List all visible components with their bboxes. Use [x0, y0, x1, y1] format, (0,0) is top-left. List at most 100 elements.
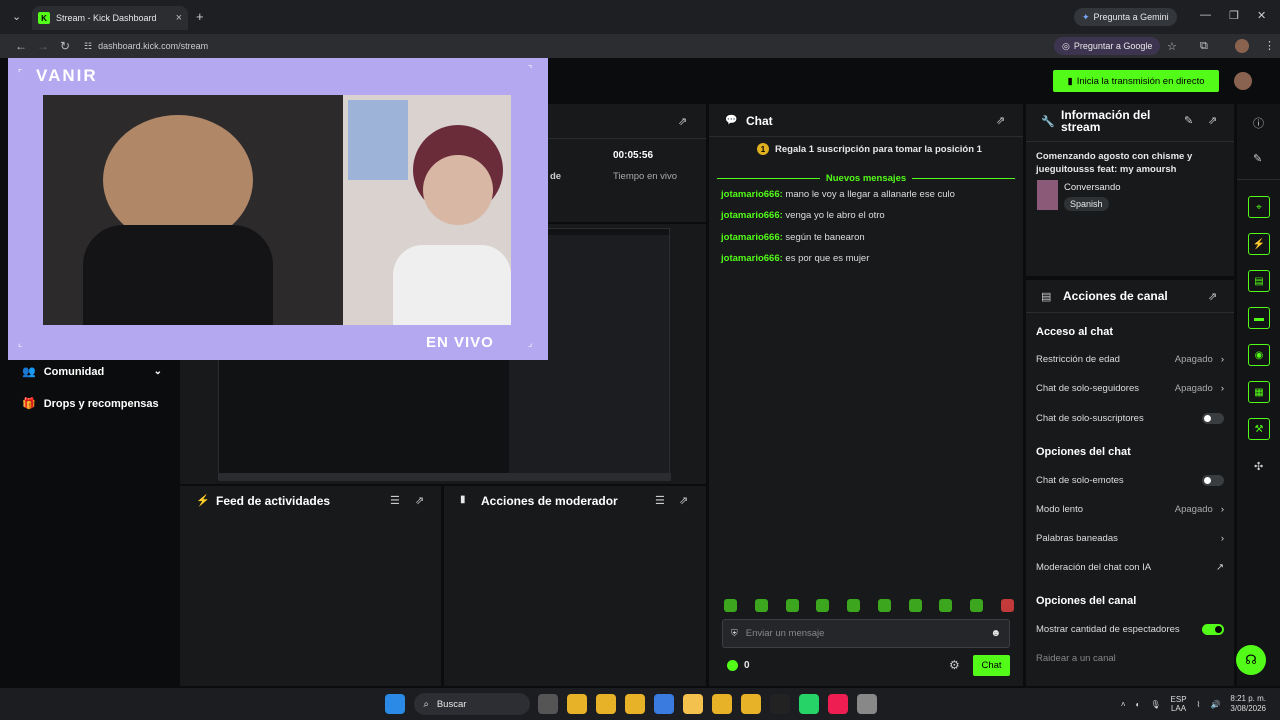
- category-name[interactable]: Conversando: [1064, 182, 1121, 193]
- rail-stats-icon[interactable]: ⌖: [1248, 196, 1270, 218]
- popout-icon[interactable]: ⇗: [996, 114, 1005, 127]
- rail-more-icon[interactable]: ✣: [1254, 460, 1263, 473]
- chrome-icon[interactable]: [741, 694, 761, 714]
- network-icon[interactable]: ◐: [1136, 700, 1141, 709]
- emote-icon[interactable]: [754, 599, 768, 612]
- browser-menu-icon[interactable]: ⋮: [1264, 39, 1275, 52]
- rail-chat-icon[interactable]: ▬: [1248, 307, 1270, 329]
- rail-channel-icon[interactable]: ▦: [1248, 381, 1270, 403]
- emotes-only-toggle[interactable]: [1202, 475, 1224, 486]
- rail-wrench-icon[interactable]: ⚒: [1248, 418, 1270, 440]
- chrome-icon[interactable]: [567, 694, 587, 714]
- send-chat-button[interactable]: Chat: [973, 655, 1010, 676]
- audio-app-icon[interactable]: [770, 694, 790, 714]
- wifi-icon[interactable]: ⌇: [1197, 700, 1201, 709]
- emote-icon[interactable]: [970, 599, 984, 612]
- browser-tab[interactable]: K Stream - Kick Dashboard ×: [32, 6, 188, 30]
- chevron-up-icon[interactable]: ˄: [1121, 700, 1126, 709]
- stream-title-text: Comenzando agosto con chisme y jueguitou…: [1036, 151, 1193, 175]
- tab-list-icon[interactable]: ⌄: [12, 10, 21, 23]
- filter-icon[interactable]: ☰: [390, 494, 400, 507]
- kick-logo-icon: ▮: [1067, 75, 1073, 87]
- gift-banner[interactable]: 1 Regala 1 suscripción para tomar la pos…: [757, 143, 982, 155]
- gemini-label: Pregunta a Gemini: [1093, 12, 1169, 22]
- popout-icon[interactable]: ⇗: [678, 115, 687, 128]
- edit-pencil-icon[interactable]: ✎: [1184, 114, 1193, 127]
- url-field[interactable]: dashboard.kick.com/stream: [98, 41, 208, 51]
- chat-username[interactable]: jotamario666:: [721, 232, 783, 243]
- forward-icon[interactable]: →: [32, 39, 54, 53]
- emote-icon[interactable]: [877, 599, 891, 612]
- maximize-icon[interactable]: ❐: [1229, 9, 1239, 22]
- corner-bracket-icon: ⌜: [18, 68, 23, 78]
- emote-icon[interactable]: [1000, 599, 1014, 612]
- popout-icon[interactable]: ⇗: [679, 494, 688, 507]
- emote-icon[interactable]: [816, 599, 830, 612]
- gemini-button[interactable]: ✦ Pregunta a Gemini: [1074, 8, 1177, 26]
- sidebar-item-drops[interactable]: 🎁 Drops y recompensas: [22, 397, 159, 411]
- followers-only-row[interactable]: Chat de solo-seguidores Apagado ›: [1036, 383, 1224, 394]
- chrome-icon[interactable]: [596, 694, 616, 714]
- emote-icon[interactable]: [724, 599, 737, 612]
- edit-pencil-icon[interactable]: ✎: [1253, 152, 1262, 165]
- help-headset-button[interactable]: ☊: [1236, 645, 1266, 675]
- raid-row[interactable]: Raidear a un canal: [1036, 653, 1224, 664]
- emote-icon[interactable]: [908, 599, 922, 612]
- settings-gear-icon[interactable]: ⚙: [949, 658, 960, 672]
- file-explorer-icon[interactable]: [683, 694, 703, 714]
- close-tab-icon[interactable]: ×: [176, 12, 182, 24]
- ai-moderation-row[interactable]: Moderación del chat con IA ↗: [1036, 562, 1224, 573]
- popout-icon[interactable]: ⇗: [1208, 114, 1217, 127]
- obs-icon[interactable]: [857, 694, 877, 714]
- rail-broadcast-icon[interactable]: ◉: [1248, 344, 1270, 366]
- chrome-icon[interactable]: [712, 694, 732, 714]
- chat-input[interactable]: ⛨ Enviar un mensaje ☻: [722, 619, 1010, 648]
- chrome-icon[interactable]: [625, 694, 645, 714]
- store-icon[interactable]: [654, 694, 674, 714]
- banned-words-row[interactable]: Palabras baneadas ›: [1036, 533, 1224, 544]
- subs-only-toggle[interactable]: [1202, 413, 1224, 424]
- rail-bolt-icon[interactable]: ⚡: [1248, 233, 1270, 255]
- filter-icon[interactable]: ☰: [655, 494, 665, 507]
- minimize-icon[interactable]: —: [1200, 9, 1211, 21]
- whatsapp-icon[interactable]: [799, 694, 819, 714]
- emoji-icon[interactable]: ☻: [990, 628, 1001, 639]
- task-view-icon[interactable]: [538, 694, 558, 714]
- clock-date: 3/08/2026: [1230, 704, 1266, 713]
- show-viewers-toggle[interactable]: [1202, 624, 1224, 635]
- close-window-icon[interactable]: ✕: [1257, 9, 1266, 22]
- popout-icon[interactable]: ⇗: [415, 494, 424, 507]
- extensions-icon[interactable]: ⧉: [1200, 40, 1208, 53]
- reload-icon[interactable]: ↻: [54, 39, 76, 53]
- rail-doc-icon[interactable]: ▤: [1248, 270, 1270, 292]
- taskbar-search[interactable]: ⌕ Buscar: [413, 693, 530, 715]
- slow-mode-row[interactable]: Modo lento Apagado ›: [1036, 504, 1224, 515]
- mic-icon[interactable]: 🎙: [1150, 700, 1160, 709]
- emote-icon[interactable]: [847, 599, 861, 612]
- chat-username[interactable]: jotamario666:: [721, 253, 783, 264]
- sidebar-item-comunidad[interactable]: 👥 Comunidad ⌄: [22, 365, 162, 379]
- ask-google-button[interactable]: ◎ Preguntar a Google: [1054, 37, 1161, 55]
- volume-icon[interactable]: 🔊: [1210, 700, 1220, 709]
- start-menu-icon[interactable]: [385, 694, 405, 714]
- back-icon[interactable]: ←: [10, 39, 32, 53]
- profile-avatar[interactable]: [1235, 39, 1249, 53]
- user-avatar[interactable]: [1234, 72, 1252, 90]
- chat-username[interactable]: jotamario666:: [721, 210, 783, 221]
- emote-icon[interactable]: [785, 599, 799, 612]
- language-indicator[interactable]: ESP LAA: [1171, 695, 1187, 713]
- age-restriction-row[interactable]: Restricción de edad Apagado ›: [1036, 354, 1224, 365]
- clock-time: 8:21 p. m.: [1230, 694, 1266, 703]
- chat-username[interactable]: jotamario666:: [721, 189, 783, 200]
- new-tab-icon[interactable]: +: [196, 9, 204, 24]
- info-icon[interactable]: ⓘ: [1253, 115, 1264, 131]
- go-live-button[interactable]: ▮ Inicia la transmisión en directo: [1053, 70, 1219, 92]
- tiktok-icon[interactable]: [828, 694, 848, 714]
- popout-icon[interactable]: ⇗: [1208, 290, 1217, 303]
- clock[interactable]: 8:21 p. m. 3/08/2026: [1230, 694, 1266, 714]
- site-info-icon[interactable]: ☷: [84, 41, 92, 52]
- wrench-icon: 🔧: [1041, 116, 1055, 128]
- emote-icon[interactable]: [939, 599, 953, 612]
- channel-points[interactable]: 0: [727, 660, 750, 671]
- bookmark-star-icon[interactable]: ☆: [1167, 40, 1177, 53]
